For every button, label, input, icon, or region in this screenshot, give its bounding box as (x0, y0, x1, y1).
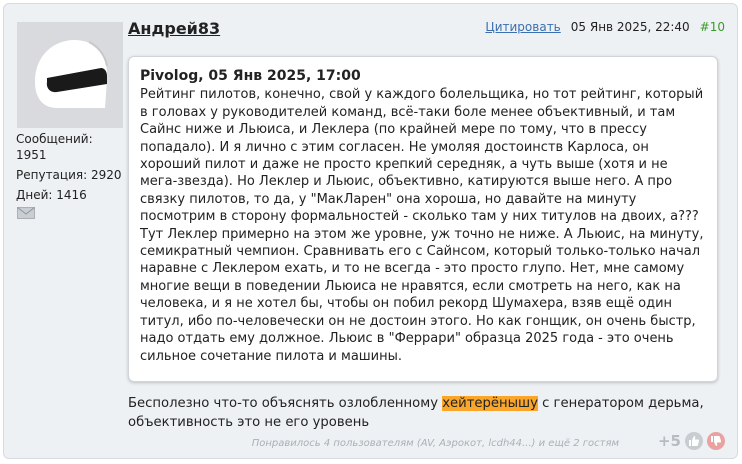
author-name[interactable]: Андрей83 (128, 19, 220, 38)
helmet-avatar[interactable] (17, 22, 123, 128)
post-rating: +5 (658, 432, 725, 450)
user-stats: Сообщений: 1951 Репутация: 2920 Дней: 14… (16, 131, 122, 207)
reply-text-start: Бесполезно что-то объяснять озлобленному (128, 396, 443, 411)
quote-text: Рейтинг пилотов, конечно, свой у каждого… (140, 87, 704, 364)
reply-text-end: с генератором дерьма, (537, 396, 704, 411)
rating-score: +5 (657, 432, 681, 450)
post-meta: Цитировать 05 Янв 2025, 22:40 #10 (485, 20, 725, 34)
likes-summary[interactable]: Понравилось 4 пользователям (AV, Аэрокот… (252, 438, 619, 449)
reputation-stat: Репутация: 2920 (16, 168, 122, 182)
envelope-icon[interactable] (17, 207, 35, 219)
messages-stat: Сообщений: 1951 (16, 131, 122, 163)
post-datetime: 05 Янв 2025, 22:40 (570, 20, 690, 34)
quote-block: Pivolog, 05 Янв 2025, 17:00 Рейтинг пило… (128, 56, 718, 382)
post-number[interactable]: #10 (700, 20, 725, 34)
forum-post: Андрей83 Цитировать 05 Янв 2025, 22:40 #… (3, 3, 738, 459)
helmet-icon (17, 22, 123, 128)
quote-button[interactable]: Цитировать (485, 20, 560, 34)
thumb-up-icon[interactable] (685, 432, 703, 450)
messages-label: Сообщений: (16, 132, 93, 146)
days-stat: Дней: 1416 (16, 188, 87, 202)
messages-value: 1951 (16, 148, 47, 162)
highlighted-word: хейтерёнышу (442, 396, 538, 411)
thumb-down-icon[interactable] (707, 432, 725, 450)
reply-line-2: объективность это не его уровень (128, 415, 370, 430)
post-body: Бесполезно что-то объяснять озлобленному… (128, 394, 728, 432)
quote-header: Pivolog, 05 Янв 2025, 17:00 (140, 68, 361, 84)
